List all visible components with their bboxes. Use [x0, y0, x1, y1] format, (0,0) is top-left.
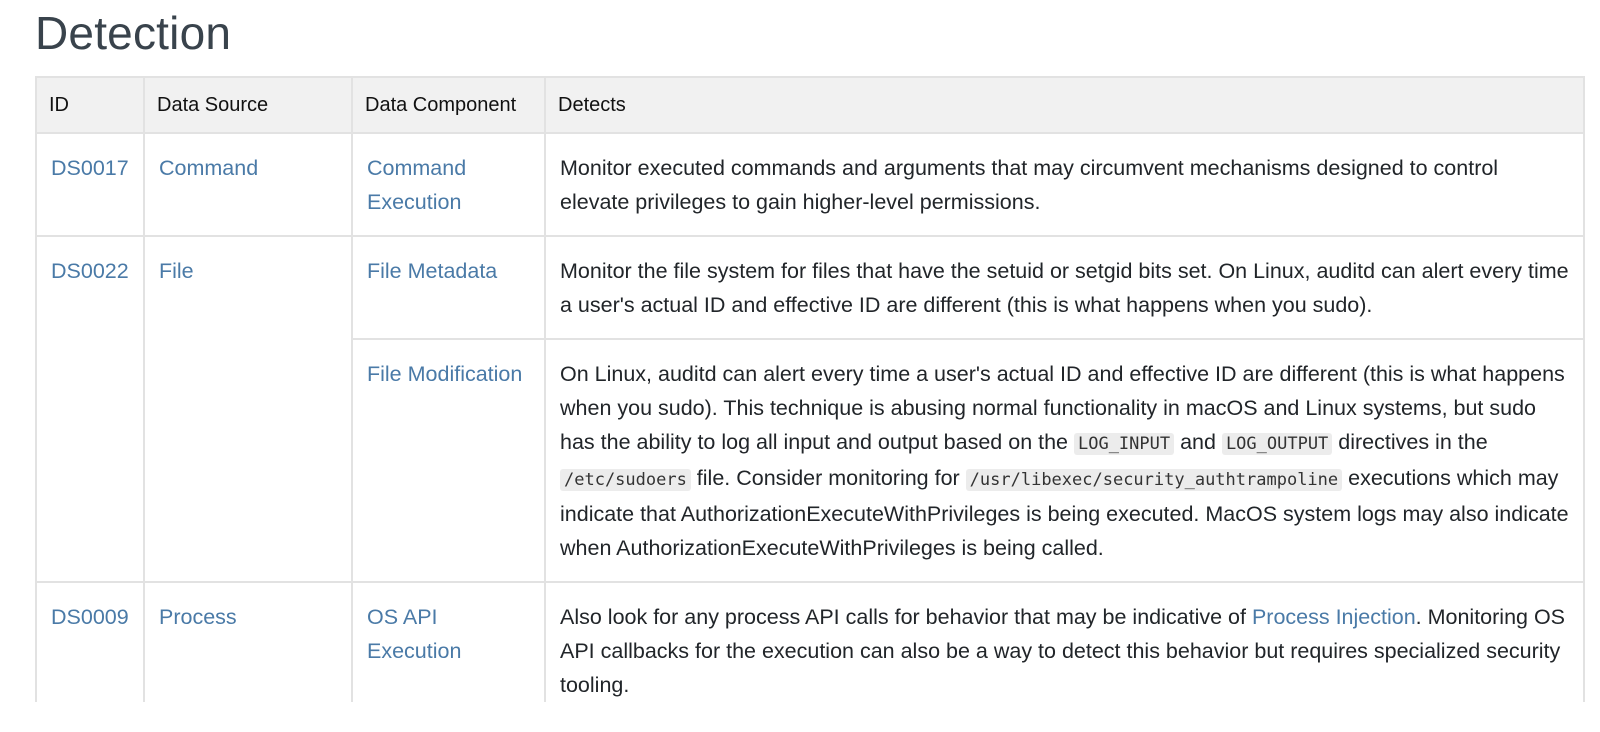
data-component-link-command-execution[interactable]: Command Execution — [367, 156, 466, 214]
data-source-link-command[interactable]: Command — [159, 156, 258, 180]
id-cell: DS0022 — [35, 235, 145, 583]
code-log-output: LOG_OUTPUT — [1221, 433, 1333, 455]
id-cell: DS0009 — [35, 581, 145, 702]
component-cell: OS API Execution — [351, 581, 546, 702]
column-header-data-source: Data Source — [143, 76, 353, 134]
column-header-data-component: Data Component — [351, 76, 546, 134]
component-cell: File Metadata — [351, 235, 546, 340]
detects-cell: Also look for any process API calls for … — [544, 581, 1585, 702]
code-etc-sudoers: /etc/sudoers — [560, 469, 691, 491]
data-component-link-file-metadata[interactable]: File Metadata — [367, 259, 497, 283]
process-injection-link[interactable]: Process Injection — [1252, 605, 1416, 629]
detects-cell: On Linux, auditd can alert every time a … — [544, 338, 1585, 583]
source-cell: Command — [143, 132, 353, 237]
detects-text: and — [1174, 430, 1222, 454]
component-cell: Command Execution — [351, 132, 546, 237]
id-link-ds0022[interactable]: DS0022 — [51, 259, 129, 283]
section-title: Detection — [35, 7, 232, 59]
data-component-link-file-modification[interactable]: File Modification — [367, 362, 522, 386]
table-row: DS0022 File File Metadata Monitor the fi… — [35, 235, 1585, 583]
detects-text: Also look for any process API calls for … — [560, 605, 1252, 629]
data-source-link-file[interactable]: File — [159, 259, 194, 283]
table-row: DS0017 Command Command Execution Monitor… — [35, 132, 1585, 237]
code-log-input: LOG_INPUT — [1073, 433, 1175, 455]
detects-text: file. Consider monitoring for — [690, 466, 966, 490]
table-row: DS0009 Process OS API Execution Also loo… — [35, 581, 1585, 702]
code-authtrampoline-path: /usr/libexec/security_authtrampoline — [965, 469, 1343, 491]
component-cell: File Modification — [351, 338, 546, 583]
column-header-detects: Detects — [544, 76, 1585, 134]
id-link-ds0009[interactable]: DS0009 — [51, 605, 129, 629]
column-header-id: ID — [35, 76, 145, 134]
detects-cell: Monitor executed commands and arguments … — [544, 132, 1585, 237]
detects-text: directives in the — [1332, 430, 1488, 454]
id-link-ds0017[interactable]: DS0017 — [51, 156, 129, 180]
detection-section: Detection ID Data Source Data Component … — [0, 0, 1600, 732]
data-source-link-process[interactable]: Process — [159, 605, 237, 629]
source-cell: File — [143, 235, 353, 583]
detects-cell: Monitor the file system for files that h… — [544, 235, 1585, 340]
table-header-row: ID Data Source Data Component Detects — [35, 76, 1585, 134]
id-cell: DS0017 — [35, 132, 145, 237]
data-component-link-os-api-execution[interactable]: OS API Execution — [367, 605, 461, 663]
detection-table: ID Data Source Data Component Detects DS… — [35, 76, 1585, 702]
source-cell: Process — [143, 581, 353, 702]
